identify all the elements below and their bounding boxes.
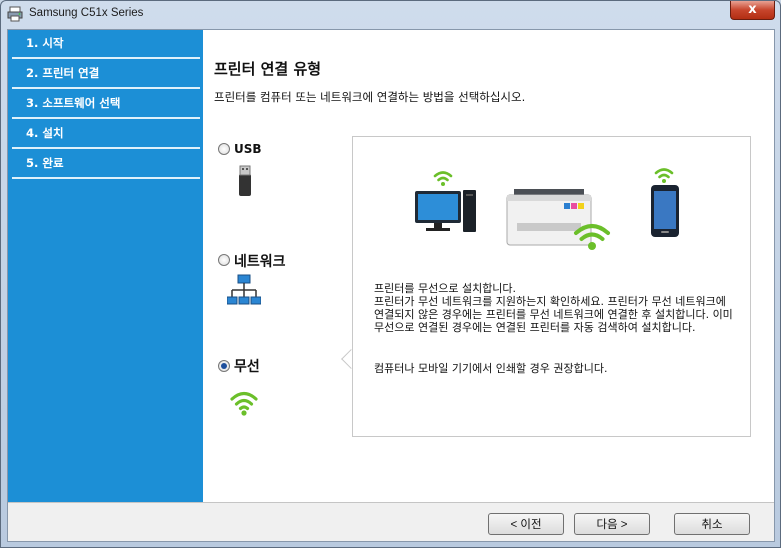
sidebar-item-start: 1. 시작: [12, 30, 200, 59]
network-icon: [227, 274, 261, 305]
sidebar-item-software-selection: 3. 소프트웨어 선택: [12, 90, 200, 119]
printer-icon: [506, 189, 592, 246]
description-recommendation: 컴퓨터나 모바일 기기에서 인쇄할 경우 권장합니다.: [374, 362, 608, 375]
cancel-button[interactable]: 취소: [674, 513, 750, 535]
network-label: 네트워크: [234, 254, 286, 270]
wireless-label: 무선: [234, 359, 260, 375]
sidebar-item-install: 4. 설치: [12, 120, 200, 149]
main-content: 프린터 연결 유형 프린터를 컴퓨터 또는 네트워크에 연결하는 방법을 선택하…: [203, 30, 774, 502]
printer-app-icon: [7, 6, 23, 22]
network-radio[interactable]: [218, 254, 230, 266]
close-button[interactable]: x: [730, 1, 775, 20]
close-icon: x: [748, 2, 757, 17]
wifi-icon: [230, 391, 258, 416]
usb-icon: [239, 165, 251, 196]
step-sidebar: 1. 시작 2. 프린터 연결 3. 소프트웨어 선택 4. 설치 5. 완료: [8, 30, 203, 502]
printer-wifi-icon: [574, 224, 610, 250]
smartphone-icon: [651, 185, 679, 237]
computer-icon: [415, 190, 476, 232]
button-bar: < 이전 다음 > 취소: [8, 502, 774, 541]
usb-radio[interactable]: [218, 143, 230, 155]
wireless-radio[interactable]: [218, 360, 230, 372]
page-title: 프린터 연결 유형: [214, 60, 322, 78]
phone-wifi-icon: [654, 168, 674, 183]
back-button[interactable]: < 이전: [488, 513, 564, 535]
installer-window: Samsung C51x Series x 1. 시작 2. 프린터 연결 3.…: [0, 0, 781, 548]
title-bar: Samsung C51x Series x: [1, 1, 780, 29]
window-title: Samsung C51x Series: [29, 7, 144, 19]
computer-wifi-icon: [433, 171, 453, 186]
description-line1: 프린터를 무선으로 설치합니다.: [374, 282, 517, 295]
sidebar-item-finish: 5. 완료: [12, 150, 200, 179]
description-panel: 프린터를 무선으로 설치합니다. 프린터가 무선 네트워크를 지원하는지 확인하…: [352, 136, 751, 437]
usb-label: USB: [234, 142, 262, 156]
sidebar-item-printer-connection: 2. 프린터 연결: [12, 60, 200, 89]
wireless-illustration: [415, 168, 679, 250]
next-button[interactable]: 다음 >: [574, 513, 650, 535]
description-paragraph: 프린터가 무선 네트워크를 지원하는지 확인하세요. 프린터가 무선 네트워크에…: [374, 295, 733, 334]
client-area: 1. 시작 2. 프린터 연결 3. 소프트웨어 선택 4. 설치 5. 완료 …: [7, 29, 775, 542]
page-subtitle: 프린터를 컴퓨터 또는 네트워크에 연결하는 방법을 선택하십시오.: [214, 90, 526, 104]
